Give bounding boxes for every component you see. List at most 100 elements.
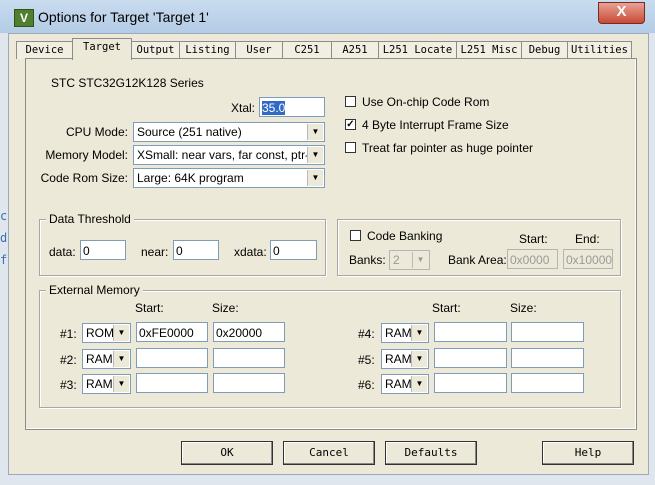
ext-row-label: #2: bbox=[60, 353, 77, 367]
data-threshold-data-input[interactable]: 0 bbox=[80, 240, 126, 260]
ext-start-input[interactable] bbox=[434, 348, 507, 368]
ext-size-input[interactable] bbox=[213, 348, 285, 368]
data-threshold-data-label: data: bbox=[49, 245, 76, 259]
tab-utilities[interactable]: Utilities bbox=[567, 41, 632, 59]
tab-a251[interactable]: A251 bbox=[331, 41, 379, 59]
cpu-mode-select[interactable]: Source (251 native) ▼ bbox=[133, 122, 325, 142]
banks-select[interactable]: 2 ▼ bbox=[389, 250, 430, 270]
use-onchip-rom-checkbox[interactable] bbox=[345, 96, 356, 107]
code-rom-size-value: Large: 64K program bbox=[137, 171, 244, 185]
interrupt-frame-checkbox[interactable]: ✓ bbox=[345, 119, 356, 130]
data-threshold-xdata-input[interactable]: 0 bbox=[270, 240, 317, 260]
cpu-mode-value: Source (251 native) bbox=[137, 125, 242, 139]
ext-row-label: #4: bbox=[358, 327, 375, 341]
ext-start-header: Start: bbox=[135, 301, 164, 315]
ext-size-input[interactable] bbox=[511, 373, 584, 393]
ext-row-label: #3: bbox=[60, 378, 77, 392]
ext-type-value: ROM bbox=[86, 326, 114, 340]
tab-debug[interactable]: Debug bbox=[521, 41, 568, 59]
data-threshold-xdata-label: xdata: bbox=[234, 245, 267, 259]
chevron-down-icon: ▼ bbox=[113, 351, 129, 367]
tab-target[interactable]: Target bbox=[72, 38, 132, 60]
tab-l251-misc[interactable]: L251 Misc bbox=[456, 41, 522, 59]
ext-start-input[interactable] bbox=[136, 348, 208, 368]
ext-type-select[interactable]: RAM ▼ bbox=[381, 349, 429, 369]
interrupt-frame-label: 4 Byte Interrupt Frame Size bbox=[362, 118, 509, 132]
bank-end-input[interactable]: 0x10000 bbox=[563, 249, 613, 269]
data-threshold-title: Data Threshold bbox=[46, 212, 134, 226]
chevron-down-icon: ▼ bbox=[113, 325, 129, 341]
code-banking-checkbox[interactable] bbox=[350, 230, 361, 241]
keil-app-icon: V bbox=[14, 9, 34, 27]
xtal-value: 35.0 bbox=[262, 101, 286, 115]
title-bar[interactable]: V Options for Target 'Target 1' X bbox=[0, 0, 655, 33]
ext-row-label: #6: bbox=[358, 378, 375, 392]
ext-start-input[interactable] bbox=[434, 373, 507, 393]
ext-start-input[interactable]: 0xFE0000 bbox=[136, 322, 208, 342]
banks-value: 2 bbox=[393, 253, 400, 267]
ext-type-select[interactable]: ROM ▼ bbox=[82, 323, 131, 343]
ok-button[interactable]: OK bbox=[181, 441, 273, 465]
window-title: Options for Target 'Target 1' bbox=[38, 9, 209, 25]
chevron-down-icon: ▼ bbox=[412, 252, 428, 268]
cancel-button[interactable]: Cancel bbox=[283, 441, 375, 465]
ext-type-value: RAM bbox=[385, 326, 412, 340]
tab-c251[interactable]: C251 bbox=[282, 41, 332, 59]
memory-model-value: XSmall: near vars, far const, ptr-4 bbox=[137, 148, 316, 162]
check-icon: ✓ bbox=[346, 119, 355, 130]
ext-size-input[interactable]: 0x20000 bbox=[213, 322, 285, 342]
tab-device[interactable]: Device bbox=[16, 41, 73, 59]
chevron-down-icon: ▼ bbox=[411, 325, 427, 341]
tab-strip: Device Target Output Listing User C251 A… bbox=[12, 38, 642, 60]
chevron-down-icon: ▼ bbox=[411, 351, 427, 367]
bank-start-input[interactable]: 0x0000 bbox=[507, 249, 558, 269]
tab-output[interactable]: Output bbox=[131, 41, 180, 59]
use-onchip-rom-label: Use On-chip Code Rom bbox=[362, 95, 490, 109]
ext-type-select[interactable]: RAM ▼ bbox=[82, 349, 131, 369]
data-threshold-near-label: near: bbox=[141, 245, 169, 259]
ext-type-value: RAM bbox=[86, 352, 113, 366]
ext-size-input[interactable] bbox=[213, 373, 285, 393]
close-button[interactable]: X bbox=[598, 2, 645, 24]
ext-type-value: RAM bbox=[385, 377, 412, 391]
ext-size-input[interactable] bbox=[511, 348, 584, 368]
ext-size-input[interactable] bbox=[511, 322, 584, 342]
tab-listing[interactable]: Listing bbox=[179, 41, 236, 59]
bank-start-header: Start: bbox=[519, 232, 548, 246]
banks-label: Banks: bbox=[349, 253, 386, 267]
chevron-down-icon: ▼ bbox=[307, 170, 323, 186]
background-fragment: c bbox=[0, 209, 8, 223]
external-memory-title: External Memory bbox=[46, 283, 143, 297]
background-editor-fragments: c d f bbox=[0, 205, 8, 271]
chevron-down-icon: ▼ bbox=[307, 124, 323, 140]
data-threshold-near-input[interactable]: 0 bbox=[173, 240, 219, 260]
defaults-button[interactable]: Defaults bbox=[385, 441, 477, 465]
ext-start-header: Start: bbox=[432, 301, 461, 315]
background-fragment: d bbox=[0, 231, 8, 245]
tab-l251-locate[interactable]: L251 Locate bbox=[378, 41, 457, 59]
help-button[interactable]: Help bbox=[542, 441, 634, 465]
ext-type-select[interactable]: RAM ▼ bbox=[82, 374, 131, 394]
ext-start-input[interactable] bbox=[434, 322, 507, 342]
xtal-input[interactable]: 35.0 bbox=[259, 97, 325, 117]
chevron-down-icon: ▼ bbox=[113, 376, 129, 392]
tab-user[interactable]: User bbox=[235, 41, 283, 59]
ext-type-select[interactable]: RAM ▼ bbox=[381, 374, 429, 394]
bank-end-header: End: bbox=[575, 232, 600, 246]
ext-type-select[interactable]: RAM ▼ bbox=[381, 323, 429, 343]
chevron-down-icon: ▼ bbox=[411, 376, 427, 392]
code-rom-size-select[interactable]: Large: 64K program ▼ bbox=[133, 168, 325, 188]
memory-model-label: Memory Model: bbox=[45, 148, 128, 162]
cpu-mode-label: CPU Mode: bbox=[65, 125, 128, 139]
ext-start-input[interactable] bbox=[136, 373, 208, 393]
ext-row-label: #5: bbox=[358, 353, 375, 367]
ext-size-header: Size: bbox=[510, 301, 537, 315]
close-icon: X bbox=[616, 3, 627, 20]
ext-row-label: #1: bbox=[60, 327, 77, 341]
background-fragment: f bbox=[0, 253, 8, 267]
code-rom-size-label: Code Rom Size: bbox=[40, 171, 128, 185]
ext-size-header: Size: bbox=[212, 301, 239, 315]
far-pointer-checkbox[interactable] bbox=[345, 142, 356, 153]
memory-model-select[interactable]: XSmall: near vars, far const, ptr-4 ▼ bbox=[133, 145, 325, 165]
ext-type-value: RAM bbox=[86, 377, 113, 391]
